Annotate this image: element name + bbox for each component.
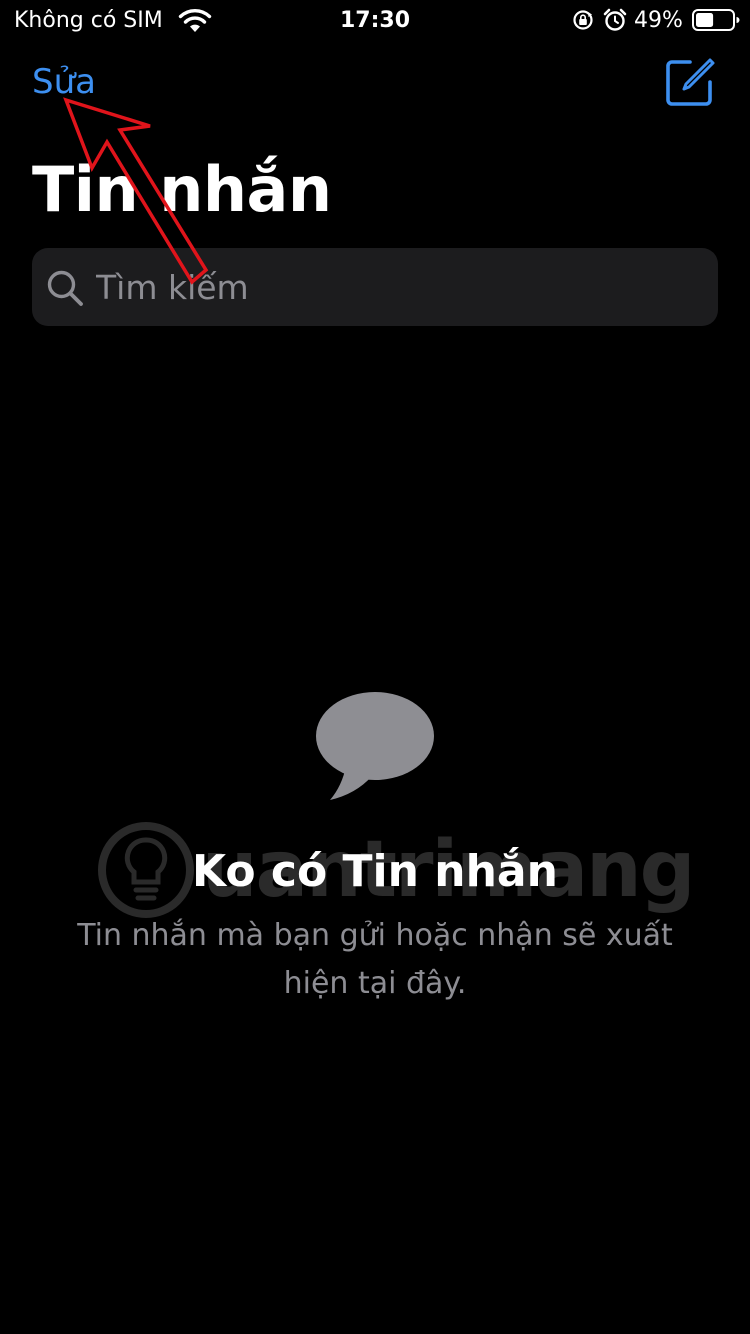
empty-state-description: Tin nhắn mà bạn gửi hoặc nhận sẽ xuất hi… xyxy=(77,918,673,1001)
alarm-icon xyxy=(603,8,627,31)
page-title: Tin nhắn xyxy=(32,153,332,226)
battery-icon xyxy=(692,9,740,31)
compose-icon[interactable] xyxy=(664,56,716,108)
search-bar[interactable] xyxy=(32,248,718,326)
edit-button[interactable]: Sửa xyxy=(32,60,96,104)
battery-percentage: 49% xyxy=(634,8,683,33)
status-bar: Không có SIM 17:30 49% xyxy=(0,0,750,42)
message-bubble-icon xyxy=(316,692,434,800)
search-input[interactable] xyxy=(96,248,696,326)
rotation-lock-icon xyxy=(573,10,593,30)
search-icon xyxy=(47,270,83,306)
empty-state-title: Ko có Tin nhắn xyxy=(192,846,558,897)
